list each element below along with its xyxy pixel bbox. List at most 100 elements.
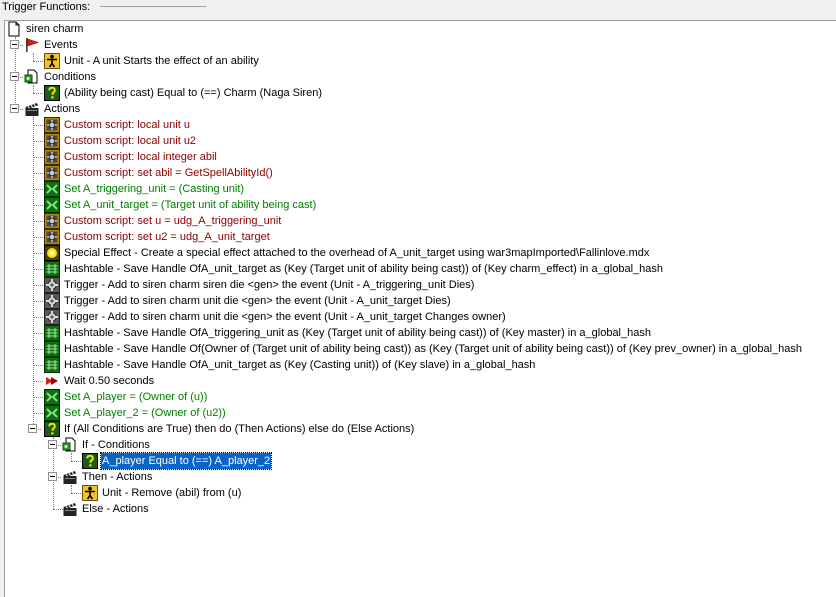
tree-item-then-action[interactable]: Unit - Remove (abil) from (u) — [82, 485, 242, 501]
tree-item-action[interactable]: Wait 0.50 seconds — [44, 373, 155, 389]
tree-item-action[interactable]: Set A_unit_target = (Target unit of abil… — [44, 197, 317, 213]
clapperboard-icon — [62, 469, 78, 485]
unit-figure-icon — [82, 485, 98, 501]
tree-item-label: Set A_triggering_unit = (Casting unit) — [64, 183, 245, 195]
tree-item-label: Custom script: local integer abil — [64, 151, 217, 163]
hashtable-icon — [44, 261, 60, 277]
tree-line — [71, 461, 81, 462]
tree-line — [33, 397, 43, 398]
tree-item-label: Set A_player = (Owner of (u)) — [64, 391, 208, 403]
tree-line — [33, 85, 34, 93]
collapse-toggle[interactable] — [10, 40, 19, 49]
tree-item-label: Trigger - Add to siren charm unit die <g… — [64, 311, 506, 323]
tree-item-action[interactable]: Set A_triggering_unit = (Casting unit) — [44, 181, 245, 197]
tree-line — [71, 453, 72, 461]
tree-line — [33, 189, 43, 190]
hashtable-icon — [44, 341, 60, 357]
tree-item-label: Hashtable - Save Handle OfA_triggering_u… — [64, 327, 651, 339]
collapse-toggle[interactable] — [10, 104, 19, 113]
tree-line — [33, 285, 43, 286]
tree-item-if-condition-selected[interactable]: A_player Equal to (==) A_player_2 — [82, 452, 273, 470]
collapse-toggle[interactable] — [48, 472, 57, 481]
tree-item-action[interactable]: Custom script: local integer abil — [44, 149, 218, 165]
tree-item-action[interactable]: Trigger - Add to siren charm unit die <g… — [44, 309, 507, 325]
tree-item-action[interactable]: Hashtable - Save Handle OfA_unit_target … — [44, 261, 664, 277]
tree-node-if-conditions[interactable]: If - Conditions — [62, 437, 151, 453]
hashtable-icon — [44, 357, 60, 373]
tree-item-label: Set A_player_2 = (Owner of (u2)) — [64, 407, 226, 419]
tree-line — [33, 53, 34, 61]
question-mark-icon — [44, 85, 60, 101]
set-variable-icon — [44, 181, 60, 197]
tree-line — [71, 485, 72, 493]
collapse-toggle[interactable] — [10, 72, 19, 81]
tree-item-label: Custom script: set u2 = udg_A_unit_targe… — [64, 231, 270, 243]
tree-item-action[interactable]: Hashtable - Save Handle Of(Owner of (Tar… — [44, 341, 803, 357]
set-variable-icon — [44, 405, 60, 421]
tree-item-action[interactable]: Hashtable - Save Handle OfA_unit_target … — [44, 357, 536, 373]
tree-node-if-then-else[interactable]: If (All Conditions are True) then do (Th… — [44, 421, 415, 437]
tree-item-action[interactable]: Set A_player_2 = (Owner of (u2)) — [44, 405, 227, 421]
set-variable-icon — [44, 197, 60, 213]
tree-line — [33, 349, 43, 350]
tree-item-label: Hashtable - Save Handle OfA_unit_target … — [64, 263, 664, 275]
tree-item-action[interactable]: Trigger - Add to siren charm unit die <g… — [44, 293, 452, 309]
tree-item-action[interactable]: Custom script: set abil = GetSpellAbilit… — [44, 165, 274, 181]
tree-node-actions[interactable]: Actions — [24, 101, 81, 117]
tree-node-else-actions[interactable]: Else - Actions — [62, 501, 150, 517]
tree-item-label: Wait 0.50 seconds — [64, 375, 155, 387]
custom-script-icon — [44, 229, 60, 245]
custom-script-icon — [44, 117, 60, 133]
trigger-functions-group-title: Trigger Functions: — [0, 0, 91, 14]
tree-line — [33, 413, 43, 414]
tree-item-label: Trigger - Add to siren charm siren die <… — [64, 279, 475, 291]
tree-line — [33, 125, 43, 126]
tree-line — [33, 93, 43, 94]
tree-item-label: siren charm — [26, 23, 84, 35]
tree-item-label: Special Effect - Create a special effect… — [64, 247, 650, 259]
tree-item-action[interactable]: Trigger - Add to siren charm siren die <… — [44, 277, 475, 293]
tree-line — [71, 493, 81, 494]
trigger-gear-icon — [44, 277, 60, 293]
set-variable-icon — [44, 389, 60, 405]
tree-line — [33, 237, 43, 238]
tree-item-label: Set A_unit_target = (Target unit of abil… — [64, 199, 317, 211]
tree-item-action[interactable]: Custom script: set u = udg_A_triggering_… — [44, 213, 282, 229]
tree-item-action[interactable]: Hashtable - Save Handle OfA_triggering_u… — [44, 325, 652, 341]
tree-item-action[interactable]: Set A_player = (Owner of (u)) — [44, 389, 208, 405]
tree-item-label: Events — [44, 39, 78, 51]
tree-item-action[interactable]: Custom script: local unit u — [44, 117, 191, 133]
tree-item-label: Hashtable - Save Handle Of(Owner of (Tar… — [64, 343, 802, 355]
collapse-toggle[interactable] — [48, 440, 57, 449]
tree-line — [33, 173, 43, 174]
tree-line — [33, 317, 43, 318]
tree-item-action[interactable]: Custom script: set u2 = udg_A_unit_targe… — [44, 229, 271, 245]
question-mark-icon — [82, 453, 98, 469]
trigger-tree-view[interactable]: siren charm Events Unit - A unit Starts … — [4, 20, 836, 597]
tree-item-label: (Ability being cast) Equal to (==) Charm… — [64, 87, 322, 99]
tree-item-condition[interactable]: (Ability being cast) Equal to (==) Charm… — [44, 85, 323, 101]
tree-node-events[interactable]: Events — [24, 37, 79, 53]
custom-script-icon — [44, 213, 60, 229]
tree-item-event[interactable]: Unit - A unit Starts the effect of an ab… — [44, 53, 260, 69]
custom-script-icon — [44, 133, 60, 149]
tree-item-label: Custom script: local unit u — [64, 119, 190, 131]
tree-item-label: Custom script: local unit u2 — [64, 135, 197, 147]
clapperboard-icon — [62, 501, 78, 517]
tree-item-label: Then - Actions — [82, 471, 153, 483]
trigger-gear-icon — [44, 293, 60, 309]
tree-node-conditions[interactable]: Conditions — [24, 69, 97, 85]
tree-line — [33, 61, 43, 62]
collapse-toggle[interactable] — [28, 424, 37, 433]
conditions-icon — [24, 69, 40, 85]
tree-item-label: Trigger - Add to siren charm unit die <g… — [64, 295, 451, 307]
tree-item-action[interactable]: Special Effect - Create a special effect… — [44, 245, 650, 261]
tree-item-label: Unit - A unit Starts the effect of an ab… — [64, 55, 259, 67]
clapperboard-icon — [24, 101, 40, 117]
conditions-icon — [62, 437, 78, 453]
tree-item-action[interactable]: Custom script: local unit u2 — [44, 133, 197, 149]
custom-script-icon — [44, 165, 60, 181]
tree-item-label: If (All Conditions are True) then do (Th… — [64, 423, 415, 435]
tree-node-then-actions[interactable]: Then - Actions — [62, 469, 153, 485]
tree-root-trigger[interactable]: siren charm — [6, 21, 84, 37]
